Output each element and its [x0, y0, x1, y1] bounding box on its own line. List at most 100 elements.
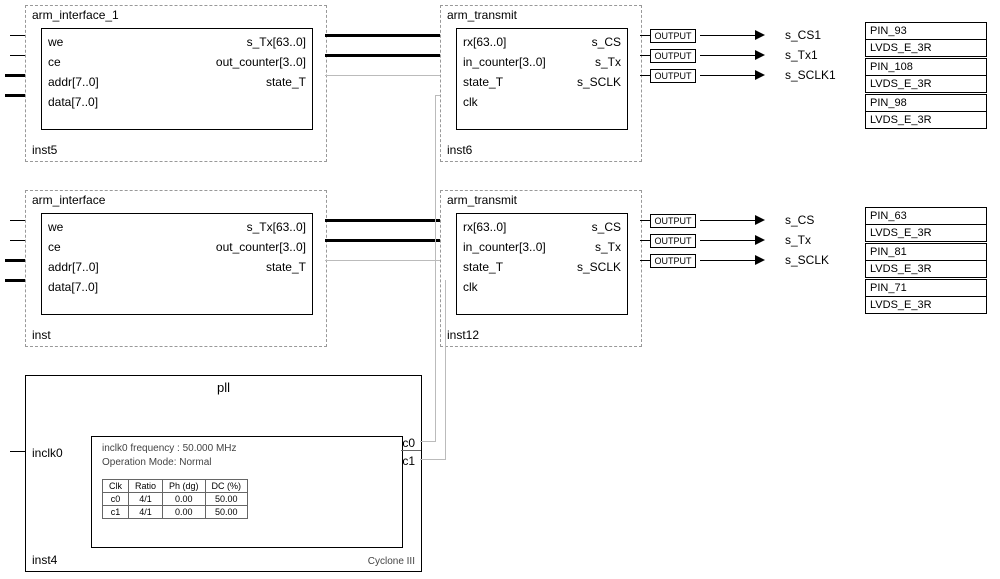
port-stx: s_Tx — [595, 55, 621, 69]
wire — [445, 280, 446, 460]
pll-body: inclk0 frequency : 50.000 MHz Operation … — [91, 436, 403, 548]
arrow-body — [700, 260, 755, 261]
th-clk: Clk — [103, 480, 129, 493]
wire — [640, 220, 650, 221]
port-clk: clk — [463, 280, 478, 294]
stub — [10, 451, 25, 452]
stub — [10, 55, 25, 56]
pin-name: PIN_71 — [866, 280, 986, 297]
pin-box: PIN_81 LVDS_E_3R — [865, 243, 987, 278]
pin-box: PIN_71 LVDS_E_3R — [865, 279, 987, 314]
pin-std: LVDS_E_3R — [866, 112, 986, 128]
port-rx: rx[63..0] — [463, 35, 506, 49]
instance-label: inst4 — [32, 553, 57, 567]
port-c0: c0 — [402, 436, 415, 450]
chip-label: Cyclone III — [368, 556, 415, 567]
signal-name: s_CS1 — [785, 28, 821, 42]
output-label: OUTPUT — [650, 69, 696, 83]
port-rx: rx[63..0] — [463, 220, 506, 234]
block-arm-transmit-2: arm_transmit rx[63..0] in_counter[3..0] … — [440, 190, 642, 347]
td: 50.00 — [205, 506, 248, 519]
pin-box: PIN_98 LVDS_E_3R — [865, 94, 987, 129]
wire — [640, 35, 650, 36]
pll-title: pll — [26, 380, 421, 395]
signal-name: s_Tx — [785, 233, 811, 247]
th-dc: DC (%) — [205, 480, 248, 493]
pin-std: LVDS_E_3R — [866, 297, 986, 313]
th-ratio: Ratio — [129, 480, 163, 493]
port-addr: addr[7..0] — [48, 75, 99, 89]
signal-name: s_SCLK — [785, 253, 829, 267]
wire — [325, 260, 440, 261]
instance-label: inst12 — [447, 328, 479, 342]
pin-name: PIN_98 — [866, 95, 986, 112]
pin-box: PIN_93 LVDS_E_3R — [865, 22, 987, 57]
wire — [435, 95, 440, 96]
block-arm-interface-1: arm_interface_1 we ce addr[7..0] data[7.… — [25, 5, 327, 162]
pin-box: PIN_63 LVDS_E_3R — [865, 207, 987, 242]
port-statet: state_T — [266, 260, 306, 274]
stub — [10, 35, 25, 36]
instance-label: inst5 — [32, 143, 57, 157]
wire-bus — [325, 219, 440, 222]
port-statet: state_T — [463, 75, 503, 89]
port-clk: clk — [463, 95, 478, 109]
block-title: arm_interface — [32, 193, 105, 207]
arrow-body — [700, 35, 755, 36]
pin-std: LVDS_E_3R — [866, 40, 986, 56]
arrow-icon — [755, 70, 765, 80]
port-ce: ce — [48, 55, 61, 69]
port-stx: s_Tx[63..0] — [247, 35, 306, 49]
wire — [435, 95, 436, 442]
port-statet: state_T — [463, 260, 503, 274]
wire-bus — [325, 239, 440, 242]
wire — [640, 260, 650, 261]
arrow-icon — [755, 30, 765, 40]
port-scs: s_CS — [592, 220, 621, 234]
th-ph: Ph (dg) — [163, 480, 206, 493]
arrow-icon — [755, 255, 765, 265]
arrow-icon — [755, 215, 765, 225]
arrow-body — [700, 55, 755, 56]
wire — [325, 75, 440, 76]
td: 4/1 — [129, 493, 163, 506]
td: 4/1 — [129, 506, 163, 519]
pll-freq: inclk0 frequency : 50.000 MHz — [102, 443, 237, 454]
port-incnt: in_counter[3..0] — [463, 55, 546, 69]
port-ssclk: s_SCLK — [577, 260, 621, 274]
pin-name: PIN_93 — [866, 23, 986, 40]
arrow-icon — [755, 50, 765, 60]
pin-std: LVDS_E_3R — [866, 76, 986, 92]
td: 0.00 — [163, 506, 206, 519]
bus-stub — [5, 74, 25, 77]
block-body: rx[63..0] in_counter[3..0] state_T clk s… — [456, 213, 628, 315]
pin-name: PIN_108 — [866, 59, 986, 76]
arrow-body — [700, 75, 755, 76]
signal-name: s_CS — [785, 213, 814, 227]
port-data: data[7..0] — [48, 95, 98, 109]
port-stx: s_Tx[63..0] — [247, 220, 306, 234]
output-label: OUTPUT — [650, 234, 696, 248]
block-arm-interface: arm_interface we ce addr[7..0] data[7..0… — [25, 190, 327, 347]
instance-label: inst — [32, 328, 51, 342]
pin-name: PIN_81 — [866, 244, 986, 261]
arrow-body — [700, 240, 755, 241]
instance-label: inst6 — [447, 143, 472, 157]
block-arm-transmit-1: arm_transmit rx[63..0] in_counter[3..0] … — [440, 5, 642, 162]
wire — [420, 441, 435, 442]
block-body: we ce addr[7..0] data[7..0] s_Tx[63..0] … — [41, 28, 313, 130]
divider — [401, 450, 421, 451]
port-statet: state_T — [266, 75, 306, 89]
port-scs: s_CS — [592, 35, 621, 49]
wire — [640, 55, 650, 56]
wire-bus — [325, 34, 440, 37]
pin-box: PIN_108 LVDS_E_3R — [865, 58, 987, 93]
block-body: rx[63..0] in_counter[3..0] state_T clk s… — [456, 28, 628, 130]
arrow-body — [700, 220, 755, 221]
port-inclk0: inclk0 — [32, 446, 63, 460]
port-outcnt: out_counter[3..0] — [216, 240, 306, 254]
port-ssclk: s_SCLK — [577, 75, 621, 89]
pll-table: Clk Ratio Ph (dg) DC (%) c0 4/1 0.00 50.… — [102, 479, 248, 519]
wire — [640, 240, 650, 241]
td: c1 — [103, 506, 129, 519]
